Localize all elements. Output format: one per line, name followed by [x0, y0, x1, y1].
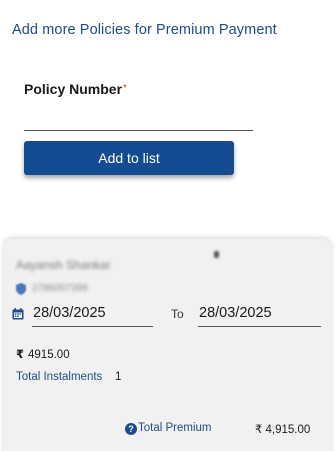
- card-menu-dot: [214, 251, 219, 258]
- policy-premium-page: Add more Policies for Premium Payment Po…: [0, 0, 335, 451]
- from-date-field[interactable]: 28/03/2025: [32, 302, 153, 327]
- shield-icon: [16, 283, 26, 295]
- total-premium-label: Total Premium: [138, 422, 212, 434]
- total-instalments-label: Total Instalments: [16, 371, 103, 383]
- total-premium-value: ₹ 4,915.00: [255, 424, 311, 436]
- page-title: Add more Policies for Premium Payment: [12, 22, 277, 38]
- policy-number-label: Policy Number*: [24, 81, 127, 97]
- premium-amount: ₹4915.00: [16, 347, 70, 361]
- add-to-list-button[interactable]: Add to list: [24, 141, 234, 175]
- required-marker: *: [123, 83, 127, 94]
- policy-number-label-text: Policy Number: [24, 81, 123, 97]
- policy-holder-name: Aayansh Shankar: [16, 258, 111, 272]
- policy-summary-card: Aayansh Shankar 2786007399 28/03/2025 To…: [4, 239, 331, 451]
- to-date-field[interactable]: 28/03/2025: [198, 302, 321, 327]
- premium-amount-value: 4915.00: [28, 349, 70, 361]
- policy-number-input[interactable]: [24, 104, 253, 131]
- rupee-icon: ₹: [16, 349, 25, 361]
- policy-number-text: 2786007399: [32, 283, 88, 294]
- date-range-to-label: To: [171, 307, 184, 321]
- total-instalments-value: 1: [115, 371, 122, 383]
- help-icon[interactable]: ?: [125, 423, 137, 435]
- calendar-icon[interactable]: [12, 308, 24, 320]
